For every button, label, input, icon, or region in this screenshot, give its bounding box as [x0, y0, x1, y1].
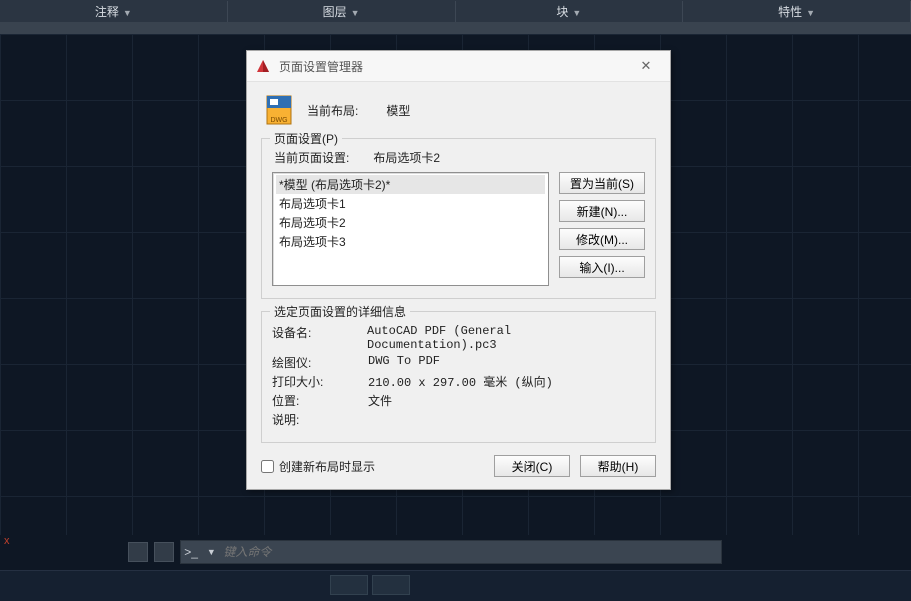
list-item[interactable]: 布局选项卡2	[276, 213, 545, 232]
cmd-handle-icon[interactable]	[128, 542, 148, 562]
status-bar	[0, 570, 911, 601]
ribbon-tab-annotate[interactable]: 注释▼	[0, 1, 228, 22]
autocad-app: 注释▼ 图层▼ 块▼ 特性▼ x >_ ▼ 页面设置管理器 ✕	[0, 0, 911, 601]
dialog-title: 页面设置管理器	[279, 58, 630, 75]
command-line[interactable]: >_ ▼	[180, 540, 722, 564]
show-on-new-layout-label: 创建新布局时显示	[279, 458, 375, 475]
device-label: 设备名:	[272, 324, 367, 352]
current-ps-label: 当前页面设置:	[274, 149, 370, 166]
plotter-label: 绘图仪:	[272, 354, 368, 371]
cmd-recent-icon[interactable]	[154, 542, 174, 562]
current-layout-value: 模型	[386, 102, 410, 119]
command-prompt-icon: >_	[181, 545, 201, 559]
page-setup-listbox[interactable]: *模型 (布局选项卡2)* 布局选项卡1 布局选项卡2 布局选项卡3	[272, 172, 549, 286]
where-label: 位置:	[272, 392, 368, 409]
details-legend: 选定页面设置的详细信息	[270, 303, 410, 320]
command-zone: >_ ▼	[0, 538, 911, 566]
ribbon-tab-props[interactable]: 特性▼	[683, 1, 911, 22]
current-layout-label: 当前布局:	[307, 102, 358, 119]
details-group: 选定页面设置的详细信息 设备名:AutoCAD PDF (General Doc…	[261, 311, 656, 443]
list-item[interactable]: 布局选项卡1	[276, 194, 545, 213]
help-button[interactable]: 帮助(H)	[580, 455, 656, 477]
import-button[interactable]: 输入(I)...	[559, 256, 645, 278]
modify-button[interactable]: 修改(M)...	[559, 228, 645, 250]
current-layout-row: DWG 当前布局: 模型	[263, 94, 656, 126]
dialog-close-button[interactable]: ✕	[630, 54, 662, 78]
ribbon-tab-blocks[interactable]: 块▼	[456, 1, 684, 22]
svg-text:DWG: DWG	[270, 117, 287, 124]
size-label: 打印大小:	[272, 373, 368, 390]
status-slot-1[interactable]	[330, 575, 368, 595]
status-slot-2[interactable]	[372, 575, 410, 595]
current-ps-value: 布局选项卡2	[373, 151, 440, 165]
ribbon-tabs: 注释▼ 图层▼ 块▼ 特性▼	[0, 0, 911, 22]
desc-label: 说明:	[272, 411, 368, 428]
show-on-new-layout-checkbox[interactable]: 创建新布局时显示	[261, 458, 375, 475]
dialog-titlebar[interactable]: 页面设置管理器 ✕	[247, 51, 670, 82]
dwg-file-icon: DWG	[263, 94, 295, 126]
plotter-value: DWG To PDF	[368, 354, 440, 371]
page-setup-manager-dialog: 页面设置管理器 ✕ DWG 当前布局: 模型	[246, 50, 671, 490]
autocad-logo-icon	[255, 58, 271, 74]
show-on-new-layout-input[interactable]	[261, 460, 274, 473]
close-button[interactable]: 关闭(C)	[494, 455, 570, 477]
ribbon-tab-layers[interactable]: 图层▼	[228, 1, 456, 22]
set-current-button[interactable]: 置为当前(S)	[559, 172, 645, 194]
list-item[interactable]: *模型 (布局选项卡2)*	[276, 175, 545, 194]
where-value: 文件	[368, 392, 392, 409]
command-input[interactable]	[221, 544, 721, 560]
device-value: AutoCAD PDF (General Documentation).pc3	[367, 324, 645, 352]
command-history-icon[interactable]: ▼	[201, 547, 221, 557]
size-value: 210.00 x 297.00 毫米 (纵向)	[368, 373, 553, 390]
new-button[interactable]: 新建(N)...	[559, 200, 645, 222]
page-setup-group: 页面设置(P) 当前页面设置: 布局选项卡2 *模型 (布局选项卡2)* 布局选…	[261, 138, 656, 299]
list-item[interactable]: 布局选项卡3	[276, 232, 545, 251]
dialog-footer: 创建新布局时显示 关闭(C) 帮助(H)	[261, 455, 656, 477]
page-setup-legend: 页面设置(P)	[270, 130, 342, 147]
